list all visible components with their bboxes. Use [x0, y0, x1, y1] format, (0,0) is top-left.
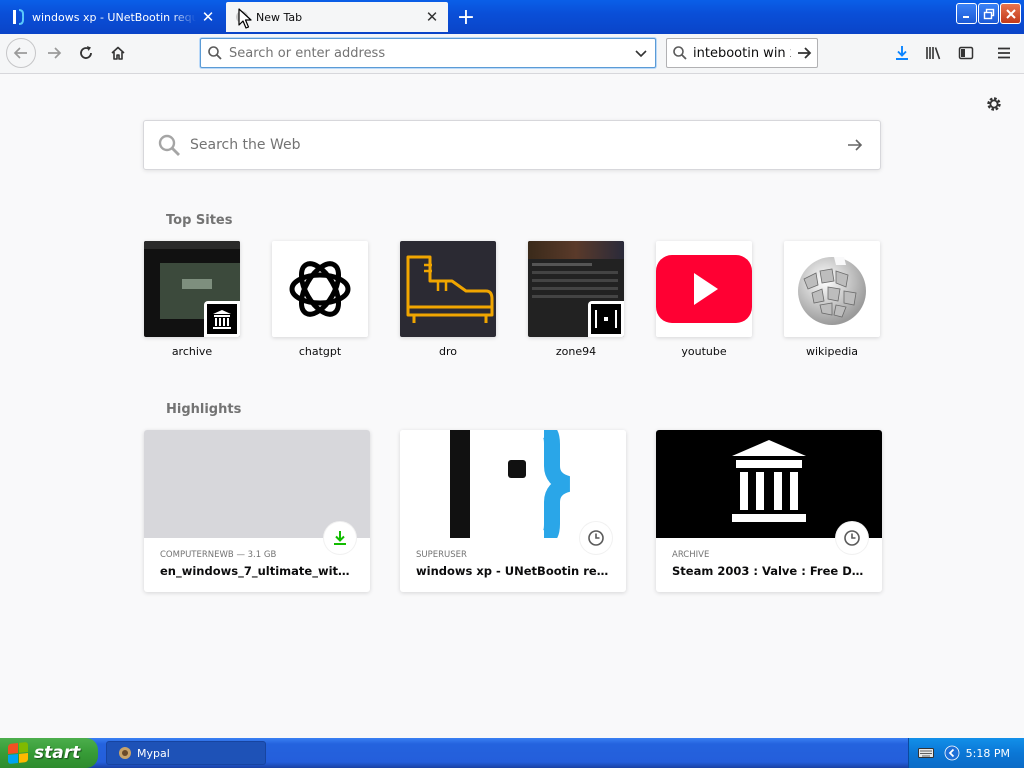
- tab-title: New Tab: [256, 10, 303, 24]
- tab-superuser[interactable]: windows xp - UNetBootin requiring ✕: [2, 2, 224, 32]
- highlights-heading: Highlights: [166, 402, 242, 417]
- tab-title: windows xp - UNetBootin requiring: [32, 10, 196, 24]
- site-thumbnail: [272, 241, 368, 337]
- taskbar-item-mypal[interactable]: Mypal: [106, 741, 266, 765]
- highlight-title: windows xp - UNetBootin requir...: [416, 564, 612, 578]
- site-label: zone94: [555, 345, 597, 358]
- reload-icon: [80, 46, 92, 59]
- clock-icon: [836, 522, 868, 554]
- search-icon: [667, 45, 693, 61]
- openai-logo-icon: [289, 261, 351, 317]
- search-icon: [201, 45, 229, 61]
- gear-icon[interactable]: [983, 93, 1005, 115]
- site-thumbnail: [528, 241, 624, 337]
- home-button[interactable]: [104, 39, 132, 67]
- title-bar: windows xp - UNetBootin requiring ✕ New …: [0, 0, 1024, 34]
- back-button[interactable]: [6, 38, 36, 68]
- back-arrow-icon: [13, 47, 27, 59]
- home-icon: [111, 46, 125, 60]
- highlight-card-archive[interactable]: ARCHIVE Steam 2003 : Valve : Free Downl.…: [656, 430, 882, 592]
- tab-new-tab[interactable]: New Tab ✕: [226, 2, 448, 32]
- download-icon: [324, 522, 356, 554]
- keyboard-icon[interactable]: [917, 744, 935, 762]
- superuser-favicon-icon: [10, 9, 26, 25]
- taskbar: start Mypal 5:18 PM: [0, 738, 1024, 768]
- site-label: dro: [439, 345, 457, 358]
- sidebar-icon: [958, 46, 974, 60]
- download-arrow-icon: [896, 46, 908, 60]
- close-window-button[interactable]: [1000, 3, 1021, 24]
- minimize-button[interactable]: [956, 3, 977, 24]
- highlight-context: COMPUTERNEWB — 3.1 GB: [160, 550, 277, 560]
- top-site-dro[interactable]: dro: [400, 241, 496, 358]
- arrow-right-icon[interactable]: [830, 136, 880, 154]
- highlight-title: Steam 2003 : Valve : Free Downl...: [672, 564, 868, 578]
- close-tab-icon[interactable]: ✕: [420, 5, 444, 29]
- web-search-placeholder[interactable]: Search the Web: [190, 137, 830, 153]
- clock-icon: [580, 522, 612, 554]
- menu-button[interactable]: [990, 39, 1018, 67]
- search-bar[interactable]: intebootin win xp: [666, 38, 818, 68]
- site-thumbnail: [400, 241, 496, 337]
- top-site-wikipedia[interactable]: wikipedia: [784, 241, 880, 358]
- search-icon: [144, 133, 190, 157]
- youtube-logo-icon: [656, 255, 752, 323]
- address-input[interactable]: [229, 45, 627, 61]
- forward-button[interactable]: [40, 39, 68, 67]
- highlight-card-download[interactable]: COMPUTERNEWB — 3.1 GB en_windows_7_ultim…: [144, 430, 370, 592]
- navigation-toolbar: intebootin win xp: [0, 34, 1024, 74]
- site-label: youtube: [681, 345, 727, 358]
- forward-arrow-icon: [48, 47, 62, 59]
- search-go-arrow-icon[interactable]: [791, 45, 817, 61]
- windows-flag-icon: [8, 741, 28, 765]
- search-input[interactable]: intebootin win xp: [693, 46, 791, 61]
- site-thumbnail: [144, 241, 240, 337]
- address-bar[interactable]: [200, 38, 656, 68]
- taskbar-item-label: Mypal: [137, 746, 170, 760]
- restore-button[interactable]: [978, 3, 999, 24]
- start-label: start: [34, 743, 81, 763]
- chevron-down-icon[interactable]: [627, 46, 655, 60]
- top-site-archive[interactable]: archive: [144, 241, 240, 358]
- mouse-cursor-icon: [238, 8, 252, 29]
- hamburger-menu-icon: [998, 47, 1010, 59]
- wikipedia-globe-icon: [798, 257, 866, 325]
- sidebar-button[interactable]: [952, 39, 980, 67]
- site-label: wikipedia: [805, 345, 858, 358]
- downloads-button[interactable]: [888, 39, 916, 67]
- library-icon: [926, 47, 941, 60]
- new-tab-button[interactable]: +: [452, 4, 480, 30]
- close-tab-icon[interactable]: ✕: [196, 5, 220, 29]
- volume-icon[interactable]: [943, 744, 961, 762]
- site-thumbnail: [656, 241, 752, 337]
- archive-logo-icon: [204, 301, 240, 337]
- pong-logo-icon: [588, 301, 624, 337]
- highlight-context: SUPERUSER: [416, 550, 467, 560]
- reload-button[interactable]: [72, 39, 100, 67]
- top-sites-heading: Top Sites: [166, 213, 233, 228]
- highlight-card-superuser[interactable]: SUPERUSER windows xp - UNetBootin requir…: [400, 430, 626, 592]
- system-tray: 5:18 PM: [908, 738, 1024, 768]
- start-button[interactable]: start: [0, 738, 98, 768]
- top-site-youtube[interactable]: youtube: [656, 241, 752, 358]
- clock: 5:18 PM: [965, 746, 1010, 760]
- top-site-zone94[interactable]: zone94: [528, 241, 624, 358]
- top-site-chatgpt[interactable]: chatgpt: [272, 241, 368, 358]
- site-thumbnail: [784, 241, 880, 337]
- highlight-context: ARCHIVE: [672, 550, 710, 560]
- mypal-app-icon: [117, 745, 133, 761]
- highlight-title: en_windows_7_ultimate_with_sp...: [160, 564, 356, 578]
- site-label: archive: [171, 345, 213, 358]
- site-label: chatgpt: [298, 345, 342, 358]
- library-button[interactable]: [920, 39, 948, 67]
- new-tab-page: Search the Web Top Sites archive chatgpt…: [0, 75, 1024, 738]
- boot-icon: [406, 255, 494, 323]
- web-search-box[interactable]: Search the Web: [143, 120, 881, 170]
